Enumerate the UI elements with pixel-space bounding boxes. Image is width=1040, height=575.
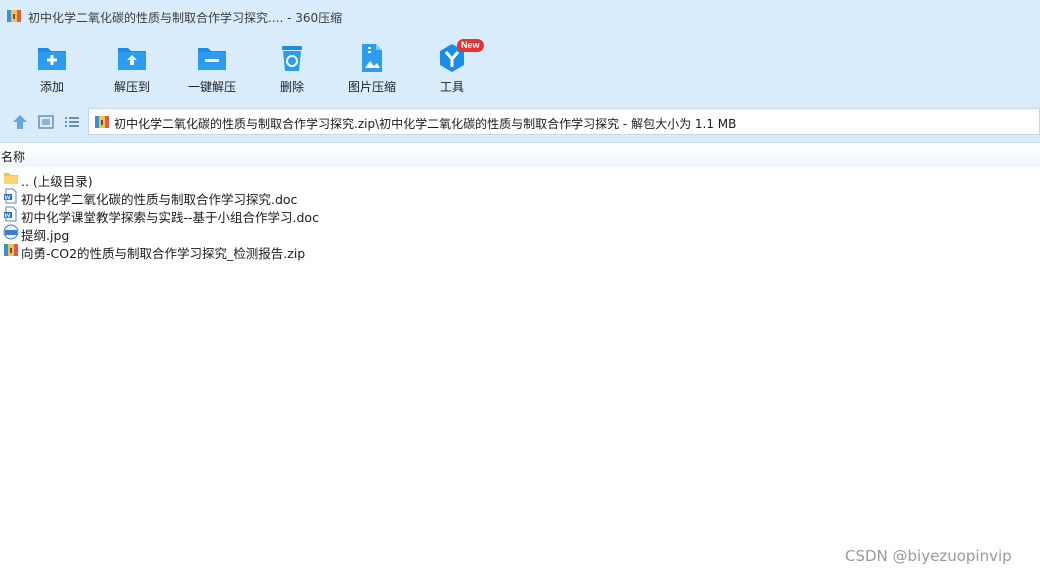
one-click-extract-icon bbox=[198, 48, 226, 70]
zip-archive-icon bbox=[95, 116, 109, 128]
list-item[interactable]: 提纲.jpg bbox=[0, 223, 1040, 243]
extract-to-button[interactable]: 解压到 bbox=[97, 40, 167, 98]
tools-label: 工具 bbox=[439, 80, 464, 94]
image-compress-icon bbox=[362, 44, 382, 72]
tools-button[interactable]: New 工具 bbox=[417, 39, 487, 98]
watermark: CSDN @biyezuopinvip bbox=[845, 547, 1012, 565]
name-column-header[interactable]: 名称 bbox=[1, 148, 25, 165]
window-title: 初中化学二氧化碳的性质与制取合作学习探究.... - 360压缩 bbox=[28, 11, 343, 25]
thumbnail-view-icon[interactable] bbox=[37, 114, 55, 130]
delete-label: 删除 bbox=[279, 80, 304, 94]
title-bar: 初中化学二氧化碳的性质与制取合作学习探究.... - 360压缩 bbox=[0, 0, 1040, 32]
address-path: 初中化学二氧化碳的性质与制取合作学习探究.zip\初中化学二氧化碳的性质与制取合… bbox=[114, 117, 737, 131]
list-item[interactable]: 向勇-CO2的性质与制取合作学习探究_检测报告.zip bbox=[0, 241, 1040, 261]
list-item[interactable]: 初中化学课堂教学探索与实践--基于小组合作学习.doc bbox=[0, 205, 1040, 225]
list-item-parent-directory[interactable]: .. (上级目录) bbox=[0, 169, 1040, 189]
doc-file-icon bbox=[4, 188, 17, 204]
address-bar[interactable]: 初中化学二氧化碳的性质与制取合作学习探究.zip\初中化学二氧化碳的性质与制取合… bbox=[88, 108, 1040, 135]
jpg-file-icon bbox=[3, 224, 19, 240]
image-compress-label: 图片压缩 bbox=[347, 80, 396, 94]
trash-icon bbox=[282, 46, 302, 71]
column-header: 名称 bbox=[0, 143, 1040, 167]
add-button[interactable]: 添加 bbox=[17, 40, 87, 98]
add-label: 添加 bbox=[39, 80, 64, 94]
add-folder-icon bbox=[38, 48, 66, 70]
up-arrow-icon[interactable] bbox=[11, 114, 29, 130]
delete-button[interactable]: 删除 bbox=[257, 40, 327, 98]
extract-to-label: 解压到 bbox=[113, 80, 150, 94]
zip-file-icon bbox=[4, 244, 18, 256]
file-name: 向勇-CO2的性质与制取合作学习探究_检测报告.zip bbox=[21, 246, 306, 261]
extract-to-icon bbox=[118, 48, 146, 70]
image-compress-button[interactable]: 图片压缩 bbox=[337, 40, 407, 98]
folder-icon bbox=[4, 173, 18, 184]
one-click-extract-label: 一键解压 bbox=[187, 80, 236, 94]
navigation-bar: 初中化学二氧化碳的性质与制取合作学习探究.zip\初中化学二氧化碳的性质与制取合… bbox=[0, 102, 1040, 143]
doc-file-icon bbox=[4, 206, 17, 222]
list-item[interactable]: 初中化学二氧化碳的性质与制取合作学习探究.doc bbox=[0, 187, 1040, 207]
one-click-extract-button[interactable]: 一键解压 bbox=[177, 40, 247, 98]
new-badge: New bbox=[457, 39, 484, 52]
app-zip-icon bbox=[7, 10, 21, 22]
file-list: .. (上级目录) 初中化学二氧化碳的性质与制取合作学习探究.doc 初中化学课… bbox=[0, 169, 1040, 261]
list-view-icon[interactable] bbox=[63, 114, 81, 130]
toolbar: 添加 解压到 一键解压 删除 图片压缩 New 工具 bbox=[0, 32, 1040, 102]
